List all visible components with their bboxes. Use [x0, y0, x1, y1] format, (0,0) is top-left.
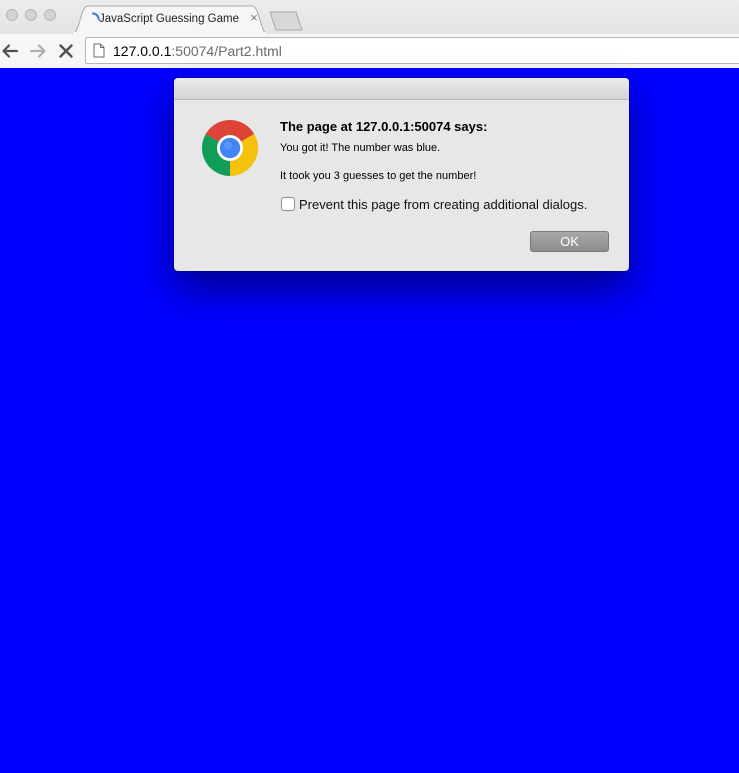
toolbar: 127.0.0.1:50074/Part2.html	[0, 34, 739, 68]
dialog-message-line2: It took you 3 guesses to get the number!	[280, 170, 477, 182]
url-text: 127.0.0.1:50074/Part2.html	[113, 43, 282, 59]
ok-button[interactable]: OK	[530, 231, 609, 252]
page-icon	[93, 43, 105, 58]
prevent-dialogs-checkbox[interactable]	[281, 197, 295, 211]
new-tab-button[interactable]	[268, 11, 304, 31]
alert-dialog: The page at 127.0.0.1:50074 says: You go…	[174, 78, 629, 271]
forward-arrow-icon[interactable]	[28, 41, 48, 61]
prevent-dialogs-label[interactable]: Prevent this page from creating addition…	[299, 197, 587, 212]
tab-title: JavaScript Guessing Game	[99, 13, 239, 25]
back-arrow-icon[interactable]	[0, 41, 20, 61]
minimize-window-button[interactable]	[25, 9, 37, 21]
dialog-message-line1: You got it! The number was blue.	[280, 142, 441, 154]
tab-strip: JavaScript Guessing Game ×	[0, 0, 739, 34]
dialog-heading: The page at 127.0.0.1:50074 says:	[280, 119, 488, 134]
url-path: :50074/Part2.html	[171, 43, 282, 59]
browser-chrome: JavaScript Guessing Game × 127.0.0.1:500…	[0, 0, 739, 68]
stop-icon[interactable]	[56, 41, 76, 61]
tab-close-icon[interactable]: ×	[248, 11, 260, 25]
dialog-titlebar	[174, 78, 629, 100]
zoom-window-button[interactable]	[44, 9, 56, 21]
url-host: 127.0.0.1	[113, 43, 172, 59]
close-window-button[interactable]	[6, 9, 18, 21]
chrome-logo-icon	[202, 120, 258, 176]
address-bar[interactable]: 127.0.0.1:50074/Part2.html	[85, 37, 739, 64]
tab-active[interactable]: JavaScript Guessing Game ×	[72, 5, 268, 34]
loading-spinner-icon	[92, 12, 100, 20]
